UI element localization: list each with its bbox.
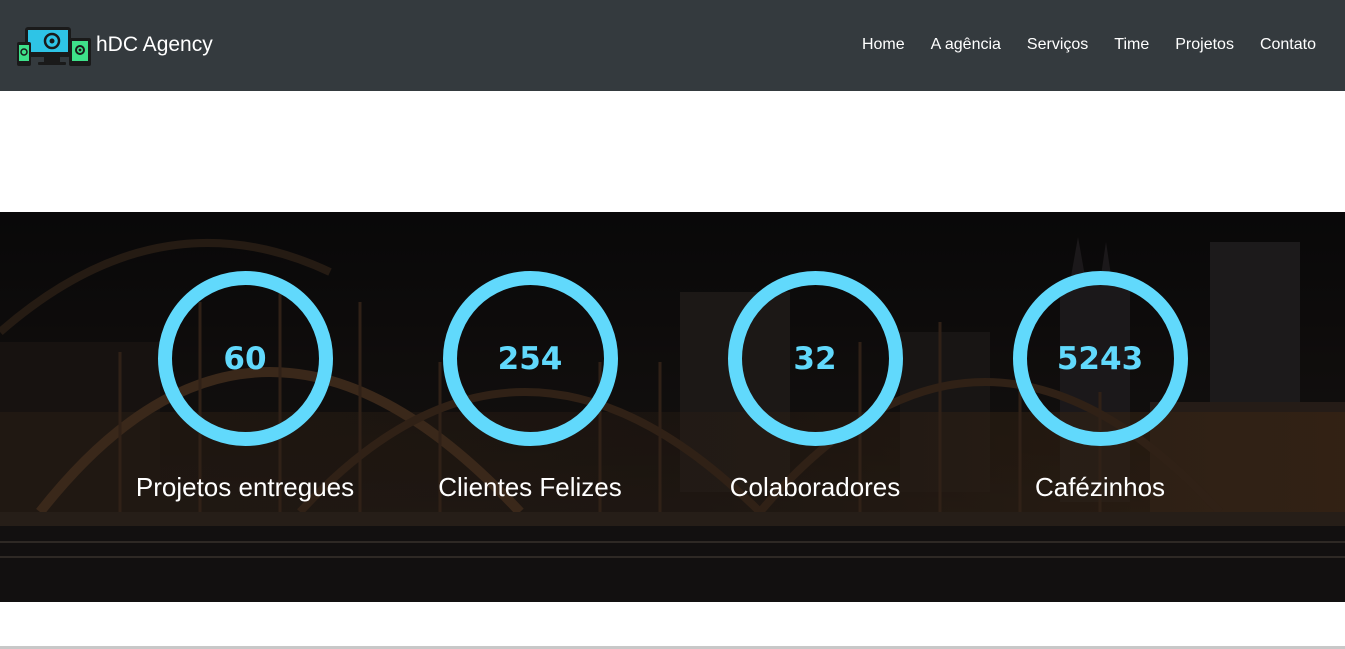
devices-logo-icon: [17, 27, 91, 66]
counter-ring: 5243: [1012, 271, 1188, 446]
brand-name: hDC Agency: [96, 32, 213, 56]
nav-contato[interactable]: Contato: [1260, 36, 1316, 54]
stat-clientes: 254 Clientes Felizes: [400, 271, 660, 503]
stats-section: 60 Projetos entregues 254 Clientes Feliz…: [0, 212, 1345, 602]
navbar: hDC Agency Home A agência Serviços Time …: [0, 0, 1345, 91]
counter-label: Cafézinhos: [1034, 472, 1166, 502]
nav-home[interactable]: Home: [862, 36, 905, 54]
nav-projetos[interactable]: Projetos: [1175, 36, 1234, 54]
stat-projetos: 60 Projetos entregues: [115, 271, 375, 503]
counter-ring: 32: [727, 271, 903, 446]
nav-time[interactable]: Time: [1114, 36, 1149, 54]
counter-value: 5243: [1056, 340, 1144, 377]
counter-label: Clientes Felizes: [438, 472, 622, 502]
counter-ring: 60: [157, 271, 333, 446]
stat-cafezinhos: 5243 Cafézinhos: [970, 271, 1230, 503]
counter-label: Projetos entregues: [135, 472, 355, 502]
main-nav: Home A agência Serviços Time Projetos Co…: [862, 36, 1316, 54]
nav-servicos[interactable]: Serviços: [1027, 36, 1088, 54]
counter-value: 32: [793, 340, 837, 377]
counter-value: 254: [497, 340, 563, 377]
brand[interactable]: hDC Agency: [16, 24, 213, 68]
counter-ring: 254: [442, 271, 618, 446]
stat-colaboradores: 32 Colaboradores: [685, 271, 945, 503]
counter-value: 60: [223, 340, 267, 377]
nav-a-agencia[interactable]: A agência: [931, 36, 1001, 54]
counter-label: Colaboradores: [729, 472, 901, 502]
